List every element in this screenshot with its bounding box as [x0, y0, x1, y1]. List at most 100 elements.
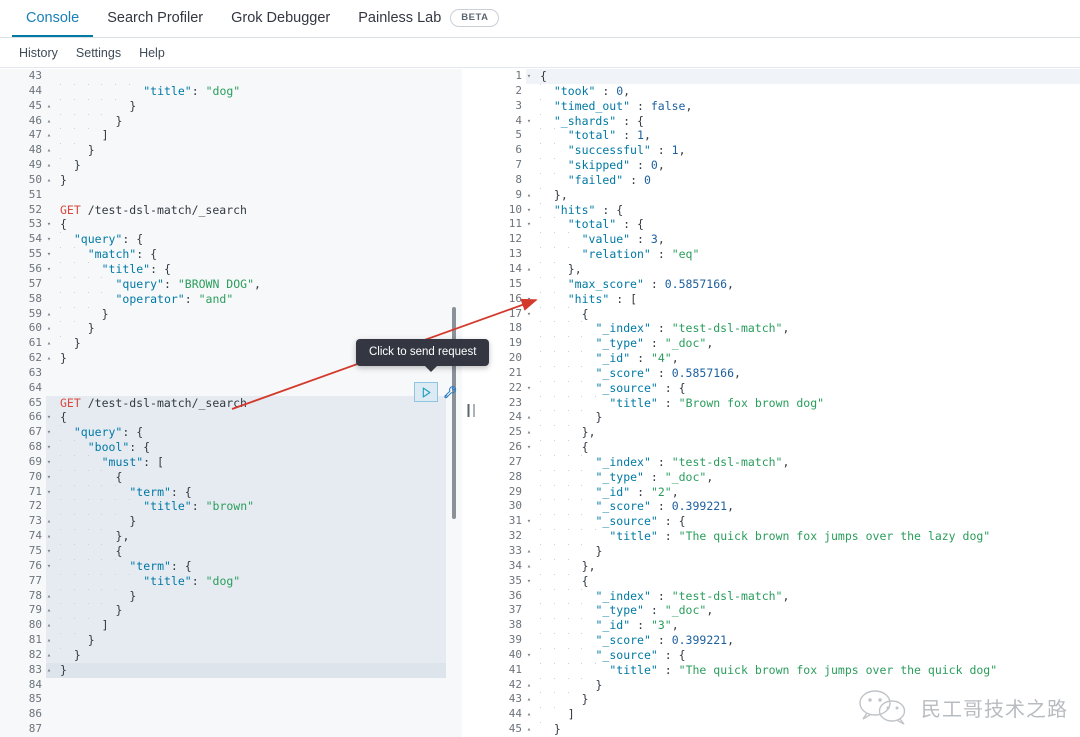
- line-number: 8: [480, 172, 526, 188]
- code-text: "title": "dog": [59, 83, 241, 98]
- code-line: 31 ▾ "_source" : {: [480, 514, 1080, 530]
- code-line: 41 "title" : "The quick brown fox jumps …: [480, 662, 1080, 678]
- line-number: 47 ▴: [0, 128, 51, 144]
- code-line: 65 GET /test-dsl-match/_search: [0, 395, 462, 411]
- line-number: 11 ▾: [480, 217, 531, 233]
- code-line: 14 ▴ },: [480, 261, 1080, 277]
- line-number: 62 ▴: [0, 351, 51, 366]
- line-number: 69 ▾: [0, 454, 51, 470]
- code-text: "hits" : {: [539, 202, 624, 217]
- response-editor-pane[interactable]: 1 ▾{2 "took" : 0, 3 "timed_out" : false, 4 ▾…: [480, 69, 1080, 737]
- tab-painless-lab[interactable]: Painless Lab BETA: [344, 0, 513, 37]
- line-number: 22 ▾: [480, 380, 531, 396]
- line-number: 12: [480, 232, 526, 248]
- code-line: 44 "title": "dog": [0, 83, 462, 99]
- code-text: "_shards" : {: [539, 113, 644, 128]
- code-text: "query": "BROWN DOG",: [59, 276, 261, 291]
- code-line: 12 "value" : 3,: [480, 232, 1080, 248]
- code-text: },: [59, 529, 130, 544]
- line-number: 54 ▾: [0, 232, 51, 248]
- line-number: 75 ▾: [0, 544, 51, 559]
- menu-item-history[interactable]: History: [10, 46, 67, 60]
- tab-console-label: Console: [26, 9, 80, 26]
- code-text: "title" : "Brown fox brown dog": [539, 395, 825, 410]
- code-line: 1 ▾ {: [480, 69, 1080, 84]
- code-text: "query": {: [59, 232, 144, 247]
- code-text: "title": "dog": [59, 573, 241, 588]
- code-text: "failed" : 0: [539, 172, 651, 187]
- code-line: 66 ▾ {: [0, 410, 462, 426]
- line-number: 51: [0, 187, 46, 203]
- code-text: "match": {: [59, 247, 158, 262]
- code-text: "max_score" : 0.5857166,: [539, 276, 734, 291]
- line-number: 83 ▴: [0, 662, 51, 678]
- editor-splitter[interactable]: [462, 69, 480, 737]
- line-number: 10 ▾: [480, 202, 531, 218]
- line-number: 33 ▴: [480, 544, 531, 559]
- request-editor-pane[interactable]: 43 44 "title": "dog" 45 ▴ } 46 ▴ } 47 ▴ ] 48 ▴ } 4…: [0, 69, 462, 737]
- line-number: 9 ▴: [480, 187, 531, 203]
- splitter-grip[interactable]: [467, 404, 475, 417]
- menu-item-help[interactable]: Help: [130, 46, 174, 60]
- code-line: 72 "title": "brown": [0, 499, 462, 515]
- send-request-button[interactable]: [414, 382, 438, 402]
- line-number: 44 ▴: [480, 707, 531, 723]
- code-line: 74 ▴ },: [0, 529, 462, 544]
- code-text: }: [60, 172, 67, 187]
- line-number: 57: [0, 276, 46, 292]
- console-editors: 43 44 "title": "dog" 45 ▴ } 46 ▴ } 47 ▴ ] 48 ▴ } 4…: [0, 69, 1080, 737]
- code-text: {: [539, 306, 589, 321]
- code-line: 23 "title" : "Brown fox brown dog": [480, 395, 1080, 411]
- line-number: 70 ▾: [0, 469, 51, 485]
- response-editor-code: 1 ▾{2 "took" : 0, 3 "timed_out" : false, 4 ▾…: [480, 69, 1080, 737]
- code-line: 17 ▾ {: [480, 306, 1080, 322]
- tab-painless-lab-label: Painless Lab: [358, 9, 442, 26]
- code-text: }: [59, 98, 137, 113]
- line-number: 42 ▴: [480, 677, 531, 693]
- code-line: 5 "total" : 1,: [480, 128, 1080, 144]
- code-line: 59 ▴ }: [0, 306, 462, 322]
- line-number: 68 ▾: [0, 440, 51, 455]
- code-line: 21 "_score" : 0.5857166,: [480, 365, 1080, 381]
- code-text: "_index" : "test-dsl-match",: [539, 454, 790, 469]
- code-line: 86: [0, 707, 462, 723]
- code-line: 37 "_type" : "_doc",: [480, 603, 1080, 619]
- code-line: 25 ▴ },: [480, 425, 1080, 441]
- console-menubar: History Settings Help: [0, 38, 1080, 68]
- line-number: 55 ▾: [0, 247, 51, 262]
- code-text: {: [539, 573, 589, 588]
- tab-console[interactable]: Console: [12, 0, 94, 37]
- line-number: 31 ▾: [480, 514, 531, 530]
- request-options-button[interactable]: [440, 382, 460, 402]
- wechat-icon: [859, 690, 906, 725]
- code-line: 83 ▴}: [0, 662, 462, 678]
- request-editor-code[interactable]: 43 44 "title": "dog" 45 ▴ } 46 ▴ } 47 ▴ ] 48 ▴ } 4…: [0, 69, 462, 737]
- code-line: 76 ▾ "term": {: [0, 558, 462, 574]
- code-text: "_score" : 0.399221,: [539, 633, 735, 648]
- line-number: 21: [480, 365, 526, 381]
- menu-item-settings[interactable]: Settings: [67, 46, 130, 60]
- line-number: 3: [480, 98, 526, 114]
- code-text: }: [59, 633, 95, 648]
- code-text: "must": [: [59, 454, 164, 469]
- code-text: }: [59, 514, 137, 529]
- line-number: 34 ▴: [480, 558, 531, 574]
- code-text: "relation" : "eq": [539, 247, 700, 262]
- code-text: "_id" : "4",: [539, 351, 679, 366]
- tab-search-profiler[interactable]: Search Profiler: [93, 0, 217, 37]
- code-line: 28 "_type" : "_doc",: [480, 469, 1080, 485]
- code-line: 78 ▴ }: [0, 588, 462, 604]
- code-text: },: [539, 187, 568, 202]
- line-number: 81 ▴: [0, 633, 51, 648]
- line-number: 43 ▴: [480, 692, 531, 708]
- code-text: }: [59, 603, 123, 618]
- beta-badge: BETA: [450, 8, 500, 27]
- tab-grok-debugger[interactable]: Grok Debugger: [217, 0, 344, 37]
- code-line: 69 ▾ "must": [: [0, 454, 462, 470]
- code-text: }: [539, 544, 603, 558]
- code-line: 27 "_index" : "test-dsl-match",: [480, 454, 1080, 470]
